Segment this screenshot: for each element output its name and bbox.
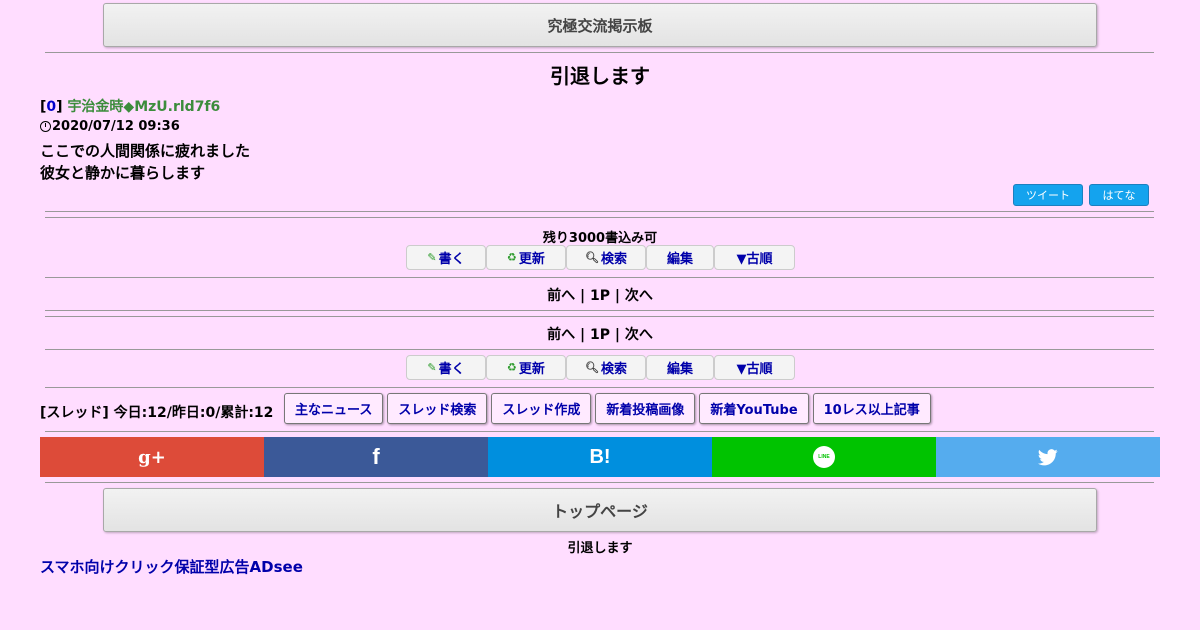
- current-page: 1P: [589, 288, 610, 304]
- refresh-icon: ♻: [507, 251, 517, 264]
- refresh-button[interactable]: ♻ 更新: [486, 245, 566, 270]
- social-share-bar: g+ f B! LINE: [40, 437, 1160, 477]
- new-youtube-button[interactable]: 新着YouTube: [699, 393, 809, 424]
- next-page-link[interactable]: 次へ: [625, 288, 653, 304]
- edit-button[interactable]: 編集: [646, 355, 714, 380]
- thread-links: 主なニュース スレッド検索 スレッド作成 新着投稿画像 新着YouTube 10…: [284, 393, 935, 424]
- write-button[interactable]: ✎ 書く: [406, 245, 486, 270]
- sort-order-button[interactable]: ▼古順: [714, 355, 795, 380]
- divider: [45, 310, 1154, 311]
- post-date: 2020/07/12 09:36: [40, 119, 180, 134]
- divider: [45, 349, 1154, 350]
- hatena-share-button[interactable]: B!: [488, 437, 712, 477]
- pagination-bottom: 前へ | 1P | 次へ: [547, 327, 653, 343]
- google-plus-share-button[interactable]: g+: [40, 437, 264, 477]
- divider: [45, 217, 1154, 218]
- twitter-share-button[interactable]: [936, 437, 1160, 477]
- post-body-line: 彼女と静かに暮らします: [40, 164, 206, 182]
- hatena-icon: B!: [589, 445, 611, 468]
- action-toolbar-top: ✎ 書く ♻ 更新 🔍︎ 検索 編集 ▼古順: [406, 245, 795, 270]
- divider: [45, 387, 1154, 388]
- thread-title: 引退します: [550, 64, 650, 88]
- next-page-link[interactable]: 次へ: [625, 327, 653, 343]
- thread-search-button[interactable]: スレッド検索: [387, 393, 488, 424]
- tweet-button[interactable]: ツイート: [1013, 184, 1083, 206]
- search-icon: 🔍︎: [585, 361, 599, 374]
- facebook-icon: f: [372, 444, 380, 469]
- post-body: ここでの人間関係に疲れました 彼女と静かに暮らします: [40, 140, 250, 184]
- hatena-bookmark-button[interactable]: はてな: [1089, 184, 1149, 206]
- post-header: [0] 宇治金時◆MzU.rld7f6: [40, 99, 221, 115]
- new-images-button[interactable]: 新着投稿画像: [595, 393, 696, 424]
- prev-page-link[interactable]: 前へ: [547, 327, 575, 343]
- divider: [45, 431, 1154, 432]
- thread-stats: [スレッド] 今日:12/昨日:0/累計:12: [40, 405, 274, 421]
- search-icon: 🔍︎: [585, 251, 599, 264]
- top-page-button[interactable]: トップページ: [103, 488, 1097, 532]
- divider: [45, 316, 1154, 317]
- google-plus-icon: g+: [138, 446, 166, 468]
- popular-threads-button[interactable]: 10レス以上記事: [812, 393, 931, 424]
- edit-button[interactable]: 編集: [646, 245, 714, 270]
- facebook-share-button[interactable]: f: [264, 437, 488, 477]
- footer-thread-title: 引退します: [567, 541, 633, 556]
- current-page: 1P: [589, 327, 610, 343]
- site-title-banner[interactable]: 究極交流掲示板: [103, 3, 1097, 47]
- post-body-line: ここでの人間関係に疲れました: [40, 142, 251, 160]
- divider: [45, 277, 1154, 278]
- pagination-top: 前へ | 1P | 次へ: [547, 288, 653, 304]
- main-news-button[interactable]: 主なニュース: [284, 393, 384, 424]
- search-button[interactable]: 🔍︎ 検索: [566, 245, 646, 270]
- pencil-icon: ✎: [427, 361, 437, 374]
- ad-link[interactable]: スマホ向けクリック保証型広告ADsee: [40, 556, 303, 577]
- divider: [45, 211, 1154, 212]
- search-button[interactable]: 🔍︎ 検索: [566, 355, 646, 380]
- action-toolbar-bottom: ✎ 書く ♻ 更新 🔍︎ 検索 編集 ▼古順: [406, 355, 795, 380]
- refresh-icon: ♻: [507, 361, 517, 374]
- post-date-text: 2020/07/12 09:36: [52, 119, 180, 134]
- write-button[interactable]: ✎ 書く: [406, 355, 486, 380]
- refresh-button[interactable]: ♻ 更新: [486, 355, 566, 380]
- divider: [45, 52, 1154, 53]
- divider: [45, 482, 1154, 483]
- line-icon: LINE: [813, 446, 835, 468]
- remaining-posts: 残り3000書込み可: [542, 231, 658, 246]
- create-thread-button[interactable]: スレッド作成: [491, 393, 592, 424]
- twitter-icon: [1038, 448, 1058, 465]
- prev-page-link[interactable]: 前へ: [547, 288, 575, 304]
- pencil-icon: ✎: [427, 251, 437, 264]
- site-title: 究極交流掲示板: [547, 16, 653, 35]
- post-author: 宇治金時◆MzU.rld7f6: [67, 99, 221, 115]
- post-number-link[interactable]: 0: [46, 99, 56, 115]
- line-share-button[interactable]: LINE: [712, 437, 936, 477]
- sort-order-button[interactable]: ▼古順: [714, 245, 795, 270]
- clock-icon: [40, 121, 51, 132]
